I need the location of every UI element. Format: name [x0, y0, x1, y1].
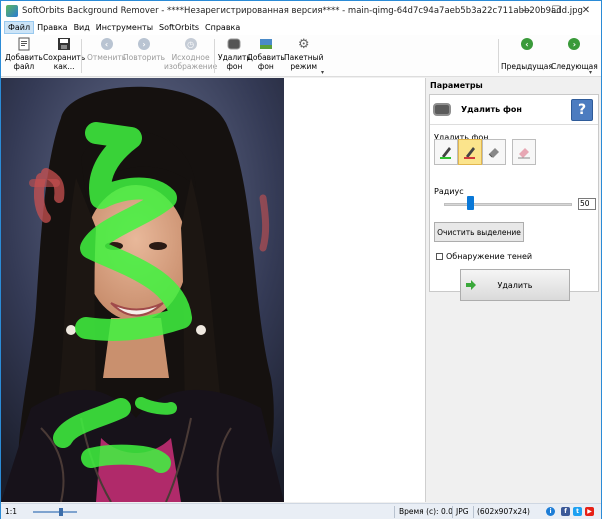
clear-marks-button[interactable]: [512, 139, 536, 165]
next-button[interactable]: › Следующая: [551, 37, 598, 71]
undo-label: Отменить: [87, 53, 127, 62]
previous-button[interactable]: ‹ Предыдущая: [501, 37, 553, 71]
toolbar-overflow-icon[interactable]: ▾: [321, 69, 324, 76]
pink-eraser-icon: [518, 148, 530, 159]
app-logo-icon: [6, 4, 18, 17]
close-button[interactable]: ✕: [571, 1, 601, 20]
twitter-icon[interactable]: t: [573, 507, 582, 516]
add-bg-button[interactable]: Добавить фон: [247, 37, 285, 71]
add-file-label: Добавить файл: [5, 53, 43, 71]
processing-time: Время (с): 0.0: [399, 507, 453, 516]
menu-edit[interactable]: Правка: [34, 21, 70, 34]
zoom-label[interactable]: 1:1: [5, 507, 17, 516]
keep-marker-button[interactable]: [434, 139, 458, 165]
title-bar: SoftOrbits Background Remover - ****Неза…: [1, 1, 601, 20]
remove-bg-icon: [227, 37, 241, 51]
remove-bg-label: Удалить фон: [218, 53, 251, 71]
original-image-label: Исходное изображение: [164, 53, 218, 71]
zoom-slider-track[interactable]: [33, 511, 77, 513]
maximize-button[interactable]: ☐: [541, 1, 571, 20]
shadow-detection-label: Обнаружение теней: [446, 252, 533, 261]
photo[interactable]: [1, 78, 284, 502]
arrow-right-icon: [466, 280, 476, 290]
batch-mode-label: Пакетный режим: [284, 53, 324, 71]
photo-illustration: [1, 78, 284, 502]
delete-button[interactable]: Удалить: [460, 269, 570, 301]
original-image-button[interactable]: ◷ Исходное изображение: [164, 37, 217, 71]
toolbar-separator: [498, 39, 499, 73]
youtube-icon[interactable]: ▶: [585, 507, 594, 516]
remove-bg-icon: [433, 103, 451, 116]
menu-tools[interactable]: Инструменты: [93, 21, 156, 34]
remove-bg-header: Удалить фон ?: [430, 95, 598, 125]
add-bg-icon: [259, 37, 273, 51]
delete-button-label: Удалить: [497, 280, 533, 290]
parameters-panel: Параметры Удалить фон ? Удалить фон Ради…: [427, 78, 601, 502]
save-as-button[interactable]: Сохранить как...: [43, 37, 85, 71]
facebook-icon[interactable]: f: [561, 507, 570, 516]
status-separator: [452, 506, 453, 518]
remove-bg-button[interactable]: Удалить фон: [218, 37, 251, 71]
info-icon[interactable]: i: [546, 507, 555, 516]
image-format: JPG: [456, 507, 469, 516]
undo-icon: ‹: [100, 37, 114, 51]
arrow-right-icon: ›: [567, 37, 581, 51]
redo-icon: ›: [137, 37, 151, 51]
save-icon: [57, 37, 71, 51]
add-file-button[interactable]: Добавить файл: [5, 37, 43, 71]
red-marker-icon: [464, 147, 475, 159]
panel-body: Удалить фон ? Удалить фон Радиус 50 Очис…: [429, 94, 599, 301]
clear-selection-button[interactable]: Очистить выделение: [434, 222, 524, 242]
previous-label: Предыдущая: [501, 62, 553, 71]
image-dimensions: (602x907x24): [477, 507, 530, 516]
save-as-label: Сохранить как...: [43, 53, 86, 71]
menu-bar: Файл Правка Вид Инструменты SoftOrbits С…: [1, 20, 601, 35]
menu-help[interactable]: Справка: [202, 21, 243, 34]
image-canvas[interactable]: [1, 78, 426, 502]
minimize-button[interactable]: —: [511, 1, 541, 20]
undo-button[interactable]: ‹ Отменить: [87, 37, 126, 62]
radius-value-field[interactable]: 50: [578, 198, 596, 210]
add-file-icon: [17, 37, 31, 51]
app-window: SoftOrbits Background Remover - ****Неза…: [0, 0, 602, 519]
shadow-detection-checkbox[interactable]: [436, 253, 443, 260]
status-bar: 1:1 Время (с): 0.0 JPG (602x907x24) i f …: [1, 503, 601, 519]
redo-button[interactable]: › Повторить: [123, 37, 165, 62]
radius-slider-track[interactable]: [444, 203, 572, 206]
status-separator: [473, 506, 474, 518]
help-button[interactable]: ?: [571, 99, 593, 121]
toolbar-separator: [214, 39, 215, 73]
batch-mode-button[interactable]: ⚙ Пакетный режим: [284, 36, 324, 72]
menu-softorbits[interactable]: SoftOrbits: [156, 21, 202, 34]
remove-bg-title: Удалить фон: [461, 105, 522, 114]
toolbar: Добавить файл Сохранить как... ‹ Отменит…: [1, 35, 601, 77]
window-title: SoftOrbits Background Remover - ****Неза…: [22, 5, 583, 16]
menu-view[interactable]: Вид: [71, 21, 93, 34]
menu-file[interactable]: Файл: [4, 21, 35, 34]
toolbar-separator: [81, 39, 82, 73]
eraser-icon: [488, 148, 499, 158]
green-marker-icon: [440, 147, 451, 159]
panel-title: Параметры: [430, 81, 483, 90]
add-bg-label: Добавить фон: [247, 53, 285, 71]
clock-icon: ◷: [184, 37, 198, 51]
toolbar-overflow-icon[interactable]: ▾: [589, 69, 592, 76]
window-controls: — ☐ ✕: [511, 1, 601, 20]
radius-label: Радиус: [434, 187, 464, 196]
remove-marker-button[interactable]: [458, 139, 482, 165]
status-separator: [394, 506, 395, 518]
gear-icon: ⚙: [297, 36, 310, 52]
zoom-slider-thumb[interactable]: [59, 508, 63, 516]
eraser-button[interactable]: [482, 139, 506, 165]
redo-label: Повторить: [123, 53, 166, 62]
radius-slider-thumb[interactable]: [466, 196, 474, 210]
arrow-left-icon: ‹: [520, 37, 534, 51]
